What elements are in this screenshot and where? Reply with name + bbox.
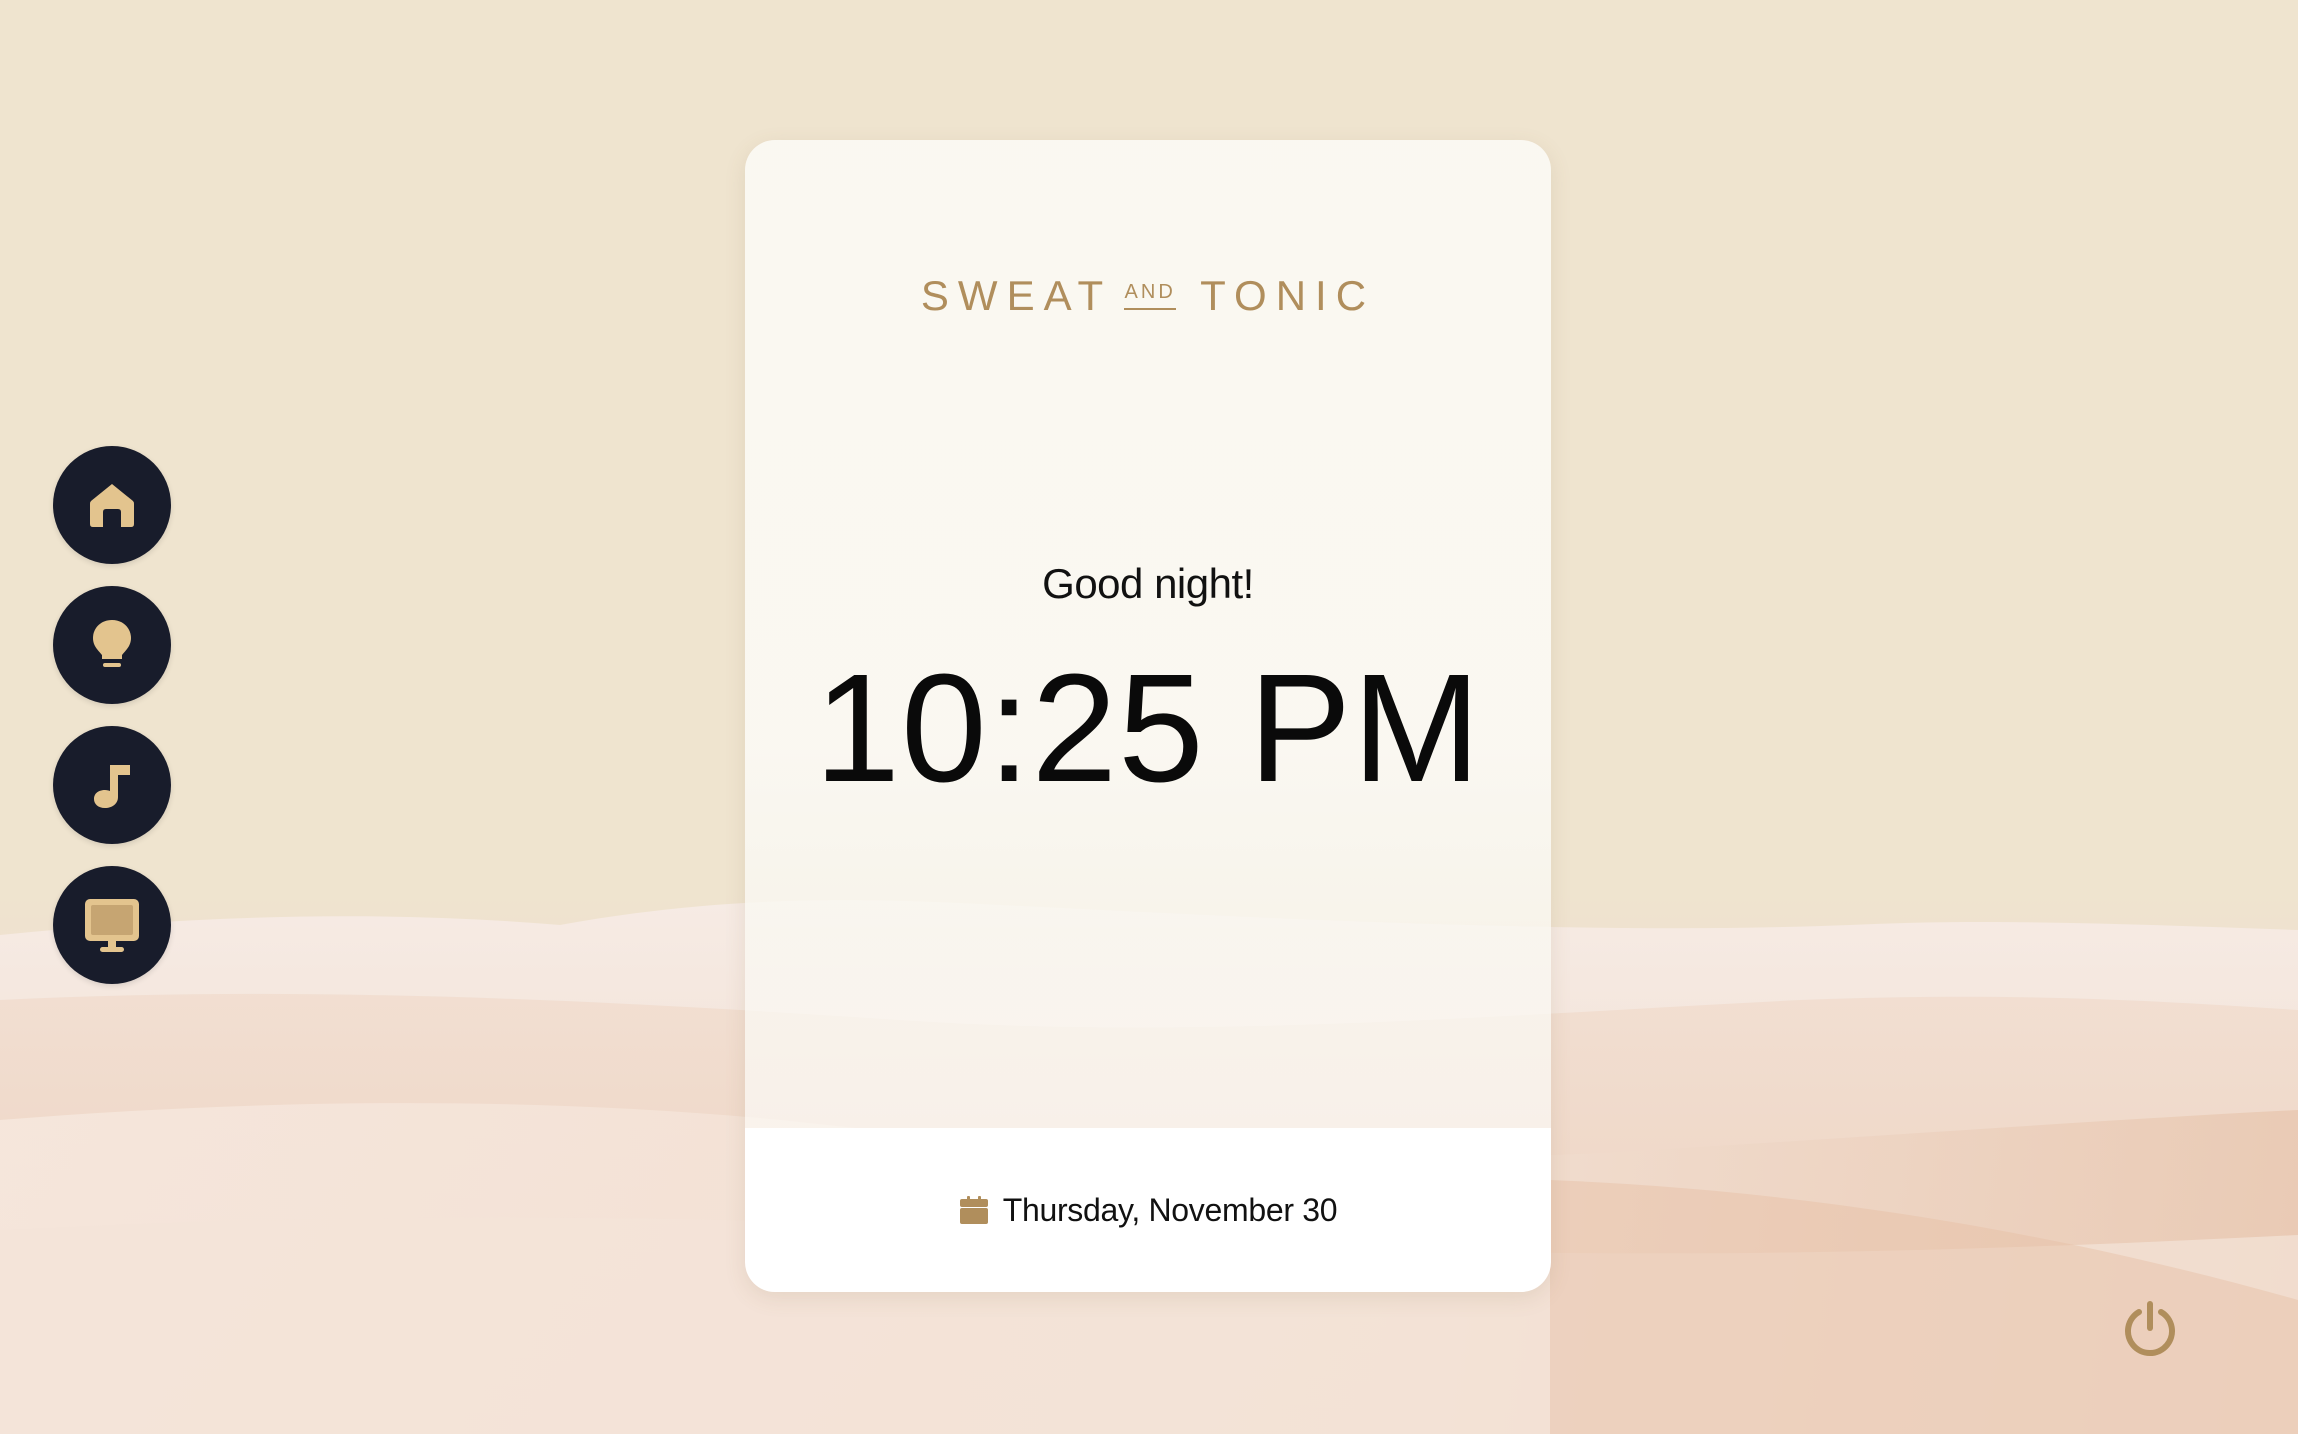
home-icon — [90, 484, 134, 527]
date-row: Thursday, November 30 — [959, 1192, 1338, 1229]
logo-and-rule — [1124, 308, 1177, 310]
date-text: Thursday, November 30 — [1002, 1191, 1338, 1228]
logo-word-and: AND — [1124, 281, 1177, 310]
clock-card-body: SWEAT AND TONIC Good night! 10:25 PM — [745, 140, 1551, 1128]
lightbulb-icon — [93, 620, 131, 667]
clock-time: 10:25 PM — [814, 642, 1482, 814]
clock-card: SWEAT AND TONIC Good night! 10:25 PM Thu… — [745, 140, 1551, 1292]
home-button[interactable] — [53, 446, 171, 564]
logo-word-tonic: TONIC — [1200, 272, 1376, 319]
greeting-text: Good night! — [1042, 560, 1254, 607]
display-button[interactable] — [53, 866, 171, 984]
quick-actions-rail — [53, 446, 171, 1006]
logo-word-sweat: SWEAT — [920, 272, 1113, 319]
sweat-and-tonic-logo: SWEAT AND TONIC — [745, 272, 1551, 320]
power-icon — [2125, 1301, 2175, 1357]
power-button[interactable] — [2118, 1298, 2182, 1362]
monitor-icon — [85, 899, 139, 952]
app-root: SWEAT AND TONIC Good night! 10:25 PM Thu… — [0, 0, 2298, 1434]
date-bar: Thursday, November 30 — [745, 1128, 1551, 1292]
lights-button[interactable] — [53, 586, 171, 704]
music-note-icon — [94, 765, 130, 808]
logo-and-text: AND — [1124, 281, 1176, 303]
music-button[interactable] — [53, 726, 171, 844]
calendar-icon — [959, 1196, 988, 1224]
